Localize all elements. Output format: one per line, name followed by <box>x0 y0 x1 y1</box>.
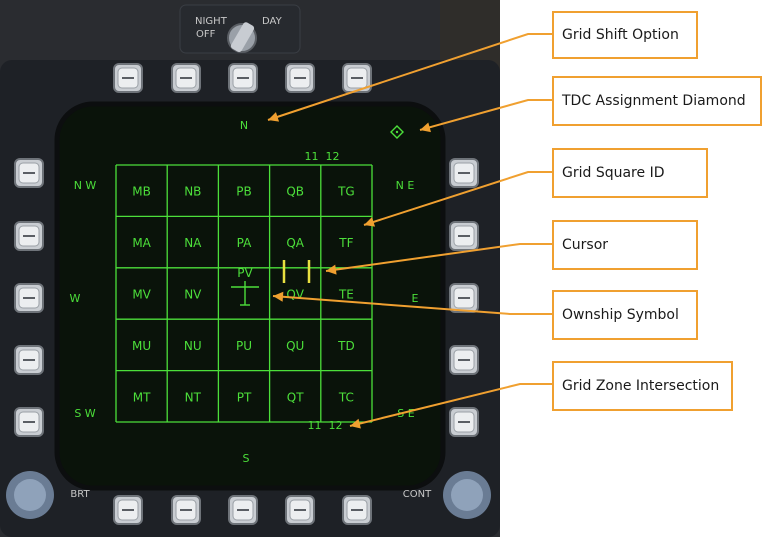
grid-square-mv[interactable]: MV <box>132 288 151 302</box>
osb-right-2[interactable] <box>449 221 479 251</box>
compass-nw[interactable]: N W <box>74 179 97 192</box>
grid-square-td[interactable]: TD <box>337 339 355 353</box>
osb-left-3[interactable] <box>14 283 44 313</box>
compass-s[interactable]: S <box>243 452 250 465</box>
grid-square-qb[interactable]: QB <box>286 185 304 199</box>
grid-square-qu[interactable]: QU <box>286 339 304 353</box>
osb-bottom-2[interactable] <box>171 495 201 525</box>
knob-label-off: OFF <box>196 29 216 40</box>
cont-label: CONT <box>403 489 432 500</box>
grid-square-mt[interactable]: MT <box>133 390 151 404</box>
grid-square-ma[interactable]: MA <box>132 236 151 250</box>
callout-grid-zone-intersection: Grid Zone Intersection <box>552 361 733 411</box>
grid-square-nv[interactable]: NV <box>184 288 202 302</box>
osb-top-3[interactable] <box>228 63 258 93</box>
osb-bottom-4[interactable] <box>285 495 315 525</box>
callout-tdc-assignment-diamond: TDC Assignment Diamond <box>552 76 762 126</box>
osb-left-1[interactable] <box>14 158 44 188</box>
osb-right-3[interactable] <box>449 283 479 313</box>
grid-square-qt[interactable]: QT <box>287 390 304 404</box>
ownship-label: PV <box>237 266 253 280</box>
knob-label-night: NIGHT <box>195 16 228 27</box>
callout-ownship-symbol: Ownship Symbol <box>552 290 698 340</box>
osb-bottom-3[interactable] <box>228 495 258 525</box>
osb-bottom-1[interactable] <box>113 495 143 525</box>
grid-square-nb[interactable]: NB <box>184 185 201 199</box>
callout-grid-square-id: Grid Square ID <box>552 148 708 198</box>
osb-top-2[interactable] <box>171 63 201 93</box>
knob-label-day: DAY <box>262 16 283 27</box>
grid-square-tc[interactable]: TC <box>338 390 354 404</box>
osb-right-1[interactable] <box>449 158 479 188</box>
osb-bottom-5[interactable] <box>342 495 372 525</box>
grid-square-tg[interactable]: TG <box>337 185 355 199</box>
osb-top-1[interactable] <box>113 63 143 93</box>
grid-square-qv[interactable]: QV <box>286 288 304 302</box>
cont-knob[interactable] <box>443 471 491 519</box>
grid-square-nt[interactable]: NT <box>185 390 202 404</box>
grid-square-te[interactable]: TE <box>338 288 354 302</box>
grid-square-pb[interactable]: PB <box>236 185 251 199</box>
mfd-annotated-figure: NIGHT DAY OFF N N E E S E S S W W N W 11… <box>0 0 764 537</box>
osb-right-4[interactable] <box>449 345 479 375</box>
mfd-screen <box>54 101 446 491</box>
compass-sw[interactable]: S W <box>74 407 95 420</box>
compass-e[interactable]: E <box>412 292 419 305</box>
compass-n[interactable]: N <box>240 119 248 132</box>
grid-square-tf[interactable]: TF <box>338 236 353 250</box>
osb-left-5[interactable] <box>14 407 44 437</box>
osb-left-2[interactable] <box>14 221 44 251</box>
grid-square-nu[interactable]: NU <box>184 339 202 353</box>
osb-right-5[interactable] <box>449 407 479 437</box>
grid-square-pu[interactable]: PU <box>236 339 252 353</box>
zone-label-bottom: 11 12 <box>308 419 343 432</box>
grid-square-pt[interactable]: PT <box>237 390 252 404</box>
compass-ne[interactable]: N E <box>396 179 415 192</box>
callout-grid-shift-option: Grid Shift Option <box>552 11 698 59</box>
grid-square-pa[interactable]: PA <box>237 236 252 250</box>
grid-square-mb[interactable]: MB <box>132 185 151 199</box>
grid-square-na[interactable]: NA <box>184 236 202 250</box>
compass-w[interactable]: W <box>70 292 81 305</box>
brt-label: BRT <box>70 489 90 500</box>
grid-square-qa[interactable]: QA <box>286 236 304 250</box>
callout-cursor: Cursor <box>552 220 698 270</box>
grid-square-mu[interactable]: MU <box>132 339 151 353</box>
osb-left-4[interactable] <box>14 345 44 375</box>
osb-top-4[interactable] <box>285 63 315 93</box>
brt-knob[interactable] <box>6 471 54 519</box>
zone-label-top: 11 12 <box>305 150 340 163</box>
